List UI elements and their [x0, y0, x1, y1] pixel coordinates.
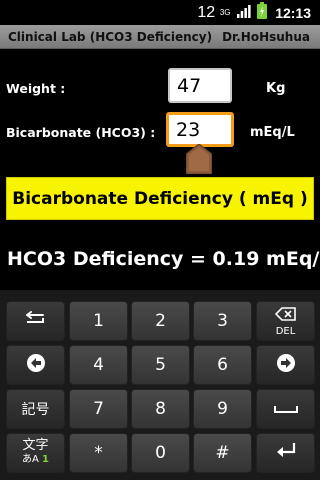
key-1[interactable]: 1	[69, 301, 128, 341]
cursor-right-key[interactable]	[256, 345, 315, 385]
input-mode-key[interactable]: 文字 あA 1	[6, 433, 65, 473]
app-title: Clinical Lab (HCO3 Deficiency)	[8, 29, 213, 44]
key-6[interactable]: 6	[193, 345, 252, 385]
text-cursor-handle[interactable]	[185, 143, 213, 175]
space-icon	[273, 399, 298, 419]
bicarbonate-label: Bicarbonate (HCO3) :	[6, 125, 156, 140]
input-mode-number: 1	[42, 454, 49, 465]
tab-icon	[25, 310, 47, 332]
notification-count: 12	[197, 3, 216, 21]
numeric-keyboard: 1 2 3 DEL 4 5 6 記号 7 8 9 文字 あA 1 * 0 #	[0, 290, 320, 480]
calculate-deficiency-button[interactable]: Bicarbonate Deficiency ( mEq )	[6, 177, 314, 220]
tab-key[interactable]	[6, 301, 65, 341]
result-text: HCO3 Deficiency = 0.19 mEq/L	[7, 248, 320, 270]
enter-icon	[275, 442, 297, 465]
key-0[interactable]: 0	[131, 433, 190, 473]
key-7[interactable]: 7	[69, 389, 128, 429]
key-9[interactable]: 9	[193, 389, 252, 429]
key-asterisk[interactable]: *	[69, 433, 128, 473]
key-5[interactable]: 5	[131, 345, 190, 385]
delete-key[interactable]: DEL	[256, 301, 315, 341]
bicarbonate-input[interactable]	[166, 112, 234, 147]
space-key[interactable]	[256, 389, 315, 429]
clock: 12:13	[275, 4, 311, 21]
key-8[interactable]: 8	[131, 389, 190, 429]
app-author: Dr.HoHsuhua	[222, 29, 310, 44]
key-3[interactable]: 3	[193, 301, 252, 341]
delete-key-label: DEL	[275, 325, 296, 337]
cursor-left-key[interactable]	[6, 345, 65, 385]
arrow-right-icon	[276, 353, 296, 378]
weight-input[interactable]	[168, 68, 232, 103]
symbols-key[interactable]: 記号	[6, 389, 65, 429]
key-2[interactable]: 2	[131, 301, 190, 341]
weight-unit: Kg	[266, 81, 286, 96]
input-mode-label: 文字	[22, 438, 49, 453]
backspace-icon	[274, 306, 297, 326]
key-hash[interactable]: #	[193, 433, 252, 473]
app-title-bar: Clinical Lab (HCO3 Deficiency) Dr.HoHsuh…	[0, 25, 320, 49]
enter-key[interactable]	[256, 433, 315, 473]
network-type-icon: 3G	[219, 7, 231, 17]
bicarbonate-unit: mEq/L	[250, 125, 295, 140]
key-4[interactable]: 4	[69, 345, 128, 385]
input-mode-kana-latin: あA	[22, 454, 39, 465]
status-bar: 12 3G 12:13	[0, 0, 320, 25]
arrow-left-icon	[26, 353, 46, 378]
weight-label: Weight :	[6, 81, 66, 96]
signal-icon	[237, 4, 251, 22]
battery-icon	[257, 2, 268, 23]
